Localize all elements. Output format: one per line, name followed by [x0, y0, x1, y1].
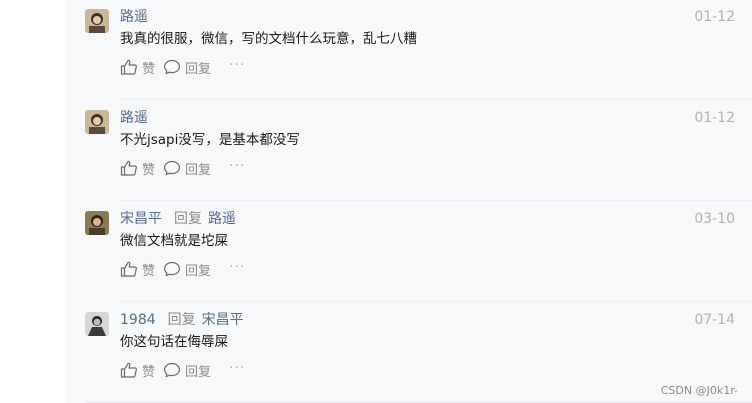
reply-indicator: 回复 [174, 211, 202, 227]
like-button[interactable]: 赞 [120, 260, 155, 279]
divider [120, 99, 752, 100]
reply-button[interactable]: 回复 [163, 361, 211, 380]
comment-item: 路遥 01-12 不光jsapi没写，是基本都没写 赞 回复 ··· [65, 101, 752, 201]
reply-target-username[interactable]: 路遥 [208, 211, 236, 227]
comment-date: 07-14 [694, 312, 735, 328]
comment-date: 01-12 [694, 9, 735, 25]
avatar[interactable] [85, 110, 109, 134]
avatar[interactable] [85, 312, 109, 336]
reply-indicator: 回复 [167, 312, 196, 328]
comment-username[interactable]: 宋昌平 [120, 211, 162, 227]
comment-meta: 1984 回复 宋昌平 [120, 310, 244, 330]
comment-actions: 赞 回复 ··· [120, 360, 245, 380]
divider [120, 301, 752, 302]
like-label: 赞 [142, 61, 156, 77]
thumbs-up-icon [120, 59, 138, 75]
comment-meta: 宋昌平 回复 路遥 [120, 209, 236, 229]
comment-item: 宋昌平 回复 路遥 03-10 微信文档就是坨屎 赞 回复 ··· [65, 202, 752, 302]
speech-bubble-icon [163, 261, 181, 277]
comment-username[interactable]: 路遥 [120, 9, 148, 25]
thumbs-up-icon [120, 261, 138, 277]
reply-label: 回复 [185, 162, 212, 178]
comment-content: 你这句话在侮辱屎 [120, 334, 228, 350]
thumbs-up-icon [120, 362, 138, 378]
reply-label: 回复 [185, 61, 212, 77]
speech-bubble-icon [163, 160, 181, 176]
like-label: 赞 [142, 162, 156, 178]
like-button[interactable]: 赞 [120, 361, 155, 380]
watermark: CSDN @J0k1r- [660, 384, 738, 397]
reply-label: 回复 [185, 364, 212, 380]
comment-meta: 路遥 [120, 7, 148, 27]
thumbs-up-icon [120, 160, 138, 176]
comment-actions: 赞 回复 ··· [120, 158, 245, 178]
reply-button[interactable]: 回复 [163, 58, 211, 77]
comment-content: 我真的很服，微信，写的文档什么玩意，乱七八糟 [120, 31, 417, 47]
speech-bubble-icon [163, 362, 181, 378]
divider [120, 200, 752, 201]
comments-panel: 路遥 01-12 我真的很服，微信，写的文档什么玩意，乱七八糟 赞 回复 ··· [65, 0, 752, 403]
like-button[interactable]: 赞 [120, 159, 155, 178]
more-options-button[interactable]: ··· [229, 260, 245, 274]
like-button[interactable]: 赞 [120, 58, 155, 77]
comment-meta: 路遥 [120, 108, 148, 128]
comment-item: 1984 回复 宋昌平 07-14 你这句话在侮辱屎 赞 回复 ··· [65, 303, 752, 403]
reply-label: 回复 [185, 263, 212, 279]
comment-username[interactable]: 1984 [120, 312, 156, 328]
comment-date: 01-12 [694, 110, 735, 126]
comment-date: 03-10 [694, 211, 735, 227]
comment-actions: 赞 回复 ··· [120, 259, 245, 279]
like-label: 赞 [142, 263, 156, 279]
speech-bubble-icon [163, 59, 181, 75]
avatar[interactable] [85, 211, 109, 235]
avatar[interactable] [85, 9, 109, 33]
reply-button[interactable]: 回复 [163, 260, 211, 279]
reply-button[interactable]: 回复 [163, 159, 211, 178]
comment-content: 不光jsapi没写，是基本都没写 [120, 132, 300, 148]
more-options-button[interactable]: ··· [229, 58, 245, 72]
like-label: 赞 [142, 364, 156, 380]
more-options-button[interactable]: ··· [229, 159, 245, 173]
comment-actions: 赞 回复 ··· [120, 57, 245, 77]
comment-content: 微信文档就是坨屎 [120, 233, 228, 249]
comment-username[interactable]: 路遥 [120, 110, 148, 126]
reply-target-username[interactable]: 宋昌平 [202, 312, 244, 328]
comment-item: 路遥 01-12 我真的很服，微信，写的文档什么玩意，乱七八糟 赞 回复 ··· [65, 0, 752, 100]
more-options-button[interactable]: ··· [229, 361, 245, 375]
